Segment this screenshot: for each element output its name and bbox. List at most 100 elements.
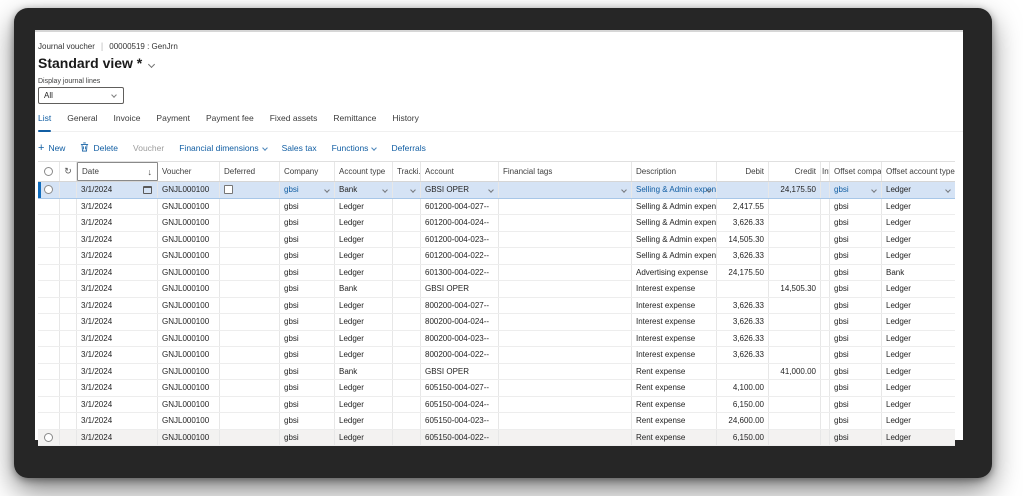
tab-payment-fee[interactable]: Payment fee: [206, 113, 254, 126]
column-header-deferred[interactable]: Deferred: [220, 162, 280, 181]
chevron-down-icon[interactable]: [410, 187, 416, 193]
chevron-down-icon[interactable]: [148, 60, 156, 68]
table-row[interactable]: 3/1/2024 GNJL000100 gbsi Ledger 800200-004-0…: [38, 297, 955, 314]
column-header-debit[interactable]: Debit: [717, 162, 769, 181]
cell-sel[interactable]: [38, 215, 60, 231]
table-row[interactable]: 3/1/2024 GNJL000100 gbsi Ledger 601200-004-0…: [38, 215, 955, 232]
cell-sel[interactable]: [38, 264, 60, 280]
column-header-financialtags[interactable]: Financial tags: [499, 162, 632, 181]
cell-sel[interactable]: [38, 314, 60, 330]
deferred-checkbox[interactable]: [224, 185, 233, 195]
table-row[interactable]: 3/1/2024 GNJL000100 gbsi Bank GBSI OPER Inter…: [38, 281, 955, 298]
row-select-radio[interactable]: [44, 185, 53, 195]
cell-sel[interactable]: [38, 363, 60, 379]
table-row[interactable]: 3/1/2024 GNJL000100 gbsi Ledger 601200-004-0…: [38, 198, 955, 215]
select-all-radio[interactable]: [44, 167, 53, 176]
table-row[interactable]: 3/1/2024 GNJL000100 gbsi Ledger 601300-004-0…: [38, 264, 955, 281]
cell-value: GBSI OPER: [425, 284, 470, 294]
cell-sel[interactable]: [38, 198, 60, 214]
column-header-offsetaccount_type[interactable]: Offset account type: [882, 162, 955, 181]
chevron-down-icon[interactable]: [871, 187, 877, 193]
column-header-invoice[interactable]: Invoice: [821, 162, 830, 181]
table-row[interactable]: 3/1/2024 GNJL000100 gbsi Ledger 800200-004-0…: [38, 347, 955, 364]
table-row[interactable]: 3/1/2024 GNJL000100 gbsi Bank GBSI OPER Selli…: [38, 182, 955, 199]
table-row[interactable]: 3/1/2024 GNJL000100 gbsi Ledger 605150-004-0…: [38, 396, 955, 413]
toolbar-deferrals-button[interactable]: Deferrals: [391, 143, 425, 153]
cell-credit[interactable]: 24,175.50: [769, 182, 821, 198]
cell-tracking[interactable]: [393, 182, 421, 198]
column-header-accounttype[interactable]: Account type: [335, 162, 393, 181]
tab-invoice[interactable]: Invoice: [113, 113, 140, 126]
table-row[interactable]: 3/1/2024 GNJL000100 gbsi Bank GBSI OPER Rent …: [38, 363, 955, 380]
cell-account[interactable]: GBSI OPER: [421, 182, 499, 198]
tab-payment[interactable]: Payment: [156, 113, 190, 126]
toolbar-new-button[interactable]: + New: [38, 143, 65, 154]
column-header-voucher[interactable]: Voucher: [158, 162, 220, 181]
cell-sel[interactable]: [38, 330, 60, 346]
cell-offsetcompany[interactable]: gbsi: [830, 182, 882, 198]
cell-offsetaccount_type[interactable]: Ledger: [882, 182, 955, 198]
toolbar-financial-dimensions-button[interactable]: Financial dimensions: [179, 143, 268, 153]
table-row[interactable]: 3/1/2024 GNJL000100 gbsi Ledger 605150-004-0…: [38, 380, 955, 397]
cell-date[interactable]: 3/1/2024: [77, 182, 158, 198]
column-header-account[interactable]: Account: [421, 162, 499, 181]
cell-tracking: [393, 215, 421, 231]
chevron-down-icon[interactable]: [621, 187, 627, 193]
cell-sel[interactable]: [38, 413, 60, 429]
cell-company[interactable]: gbsi: [280, 182, 335, 198]
cell-accounttype[interactable]: Bank: [335, 182, 393, 198]
sort-descending-icon[interactable]: ↓: [148, 167, 153, 177]
toolbar-functions-button[interactable]: Functions: [332, 143, 378, 153]
cell-financialtags[interactable]: [499, 182, 632, 198]
cell-sel[interactable]: [38, 182, 60, 198]
cell-debit[interactable]: [717, 182, 769, 198]
chevron-down-icon[interactable]: [382, 187, 388, 193]
table-row[interactable]: 3/1/2024 GNJL000100 gbsi Ledger 605150-004-0…: [38, 429, 955, 446]
tab-fixed-assets[interactable]: Fixed assets: [270, 113, 318, 126]
toolbar-sales-tax-button[interactable]: Sales tax: [282, 143, 317, 153]
view-title[interactable]: Standard view *: [38, 55, 142, 71]
cell-sel[interactable]: [38, 297, 60, 313]
tab-list[interactable]: List: [38, 113, 52, 132]
cell-accounttype: Ledger: [335, 248, 393, 264]
cell-sel[interactable]: [38, 281, 60, 297]
cell-ref[interactable]: [60, 182, 77, 198]
row-select-radio[interactable]: [44, 432, 53, 442]
column-header-sel[interactable]: [38, 162, 60, 181]
cell-voucher[interactable]: GNJL000100: [158, 182, 220, 198]
table-row[interactable]: 3/1/2024 GNJL000100 gbsi Ledger 800200-004-0…: [38, 330, 955, 347]
table-row[interactable]: 3/1/2024 GNJL000100 gbsi Ledger 800200-004-0…: [38, 314, 955, 331]
toolbar-delete-button[interactable]: Delete: [80, 142, 118, 154]
cell-deferred[interactable]: [220, 182, 280, 198]
table-row[interactable]: 3/1/2024 GNJL000100 gbsi Ledger 601200-004-0…: [38, 248, 955, 265]
cell-sel[interactable]: [38, 380, 60, 396]
chevron-down-icon[interactable]: [324, 187, 330, 193]
cell-description: Interest expense: [632, 297, 717, 313]
column-header-tracking[interactable]: Tracki...: [393, 162, 421, 181]
column-header-company[interactable]: Company: [280, 162, 335, 181]
column-header-offsetcompany[interactable]: Offset company: [830, 162, 882, 181]
tab-remittance[interactable]: Remittance: [333, 113, 376, 126]
table-row[interactable]: 3/1/2024 GNJL000100 gbsi Ledger 605150-004-0…: [38, 413, 955, 430]
calendar-icon[interactable]: [143, 186, 152, 194]
refresh-icon[interactable]: ↻: [64, 166, 72, 177]
table-row[interactable]: 3/1/2024 GNJL000100 gbsi Ledger 601200-004-0…: [38, 231, 955, 248]
cell-value: gbsi: [284, 333, 299, 343]
cell-sel[interactable]: [38, 429, 60, 445]
cell-sel[interactable]: [38, 347, 60, 363]
cell-description[interactable]: Selling & Admin expenses: [632, 182, 717, 198]
cell-sel[interactable]: [38, 396, 60, 412]
chevron-down-icon[interactable]: [945, 187, 951, 193]
column-header-credit[interactable]: Credit: [769, 162, 821, 181]
cell-sel[interactable]: [38, 231, 60, 247]
column-header-date[interactable]: Date ↓: [77, 162, 158, 181]
column-header-description[interactable]: Description: [632, 162, 717, 181]
column-header-ref[interactable]: ↻: [60, 162, 77, 181]
display-journal-lines-select[interactable]: All: [38, 87, 124, 104]
breadcrumb-page[interactable]: Journal voucher: [38, 42, 95, 51]
cell-invoice[interactable]: [821, 182, 830, 198]
chevron-down-icon[interactable]: [488, 187, 494, 193]
cell-sel[interactable]: [38, 248, 60, 264]
tab-general[interactable]: General: [67, 113, 97, 126]
tab-history[interactable]: History: [392, 113, 418, 126]
